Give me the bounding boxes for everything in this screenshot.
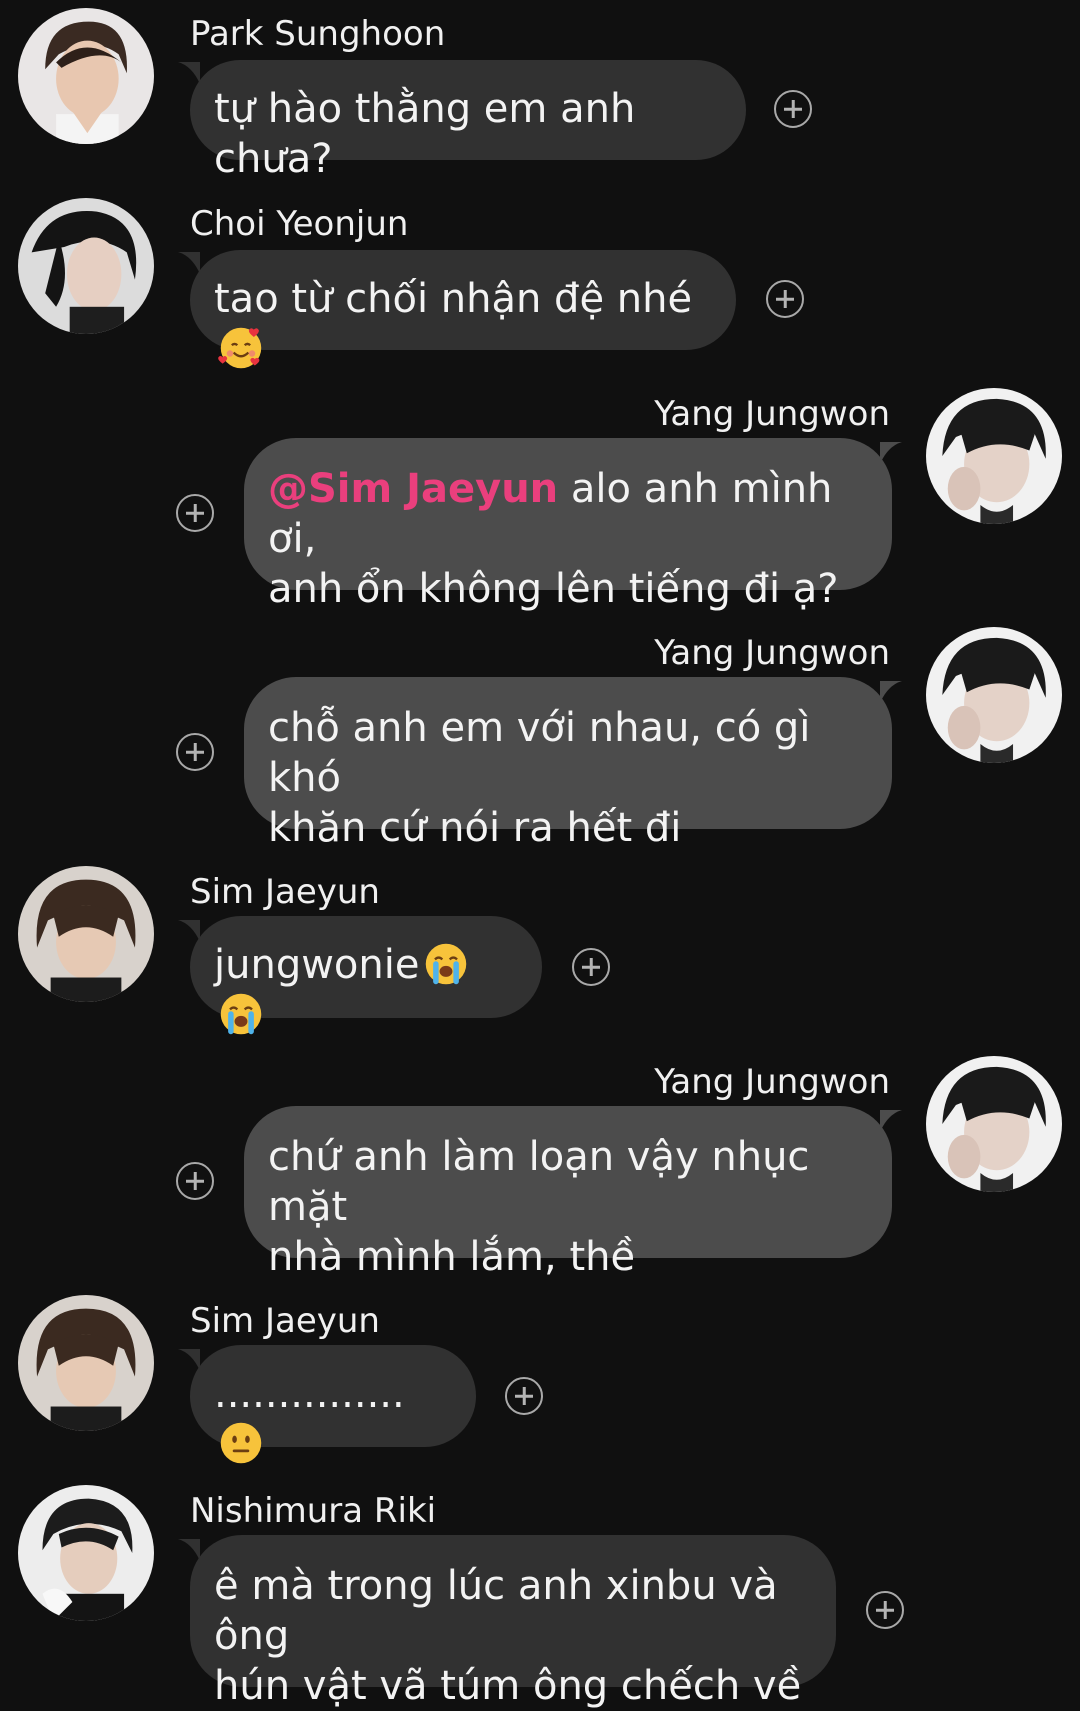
sender-name: Yang Jungwon (654, 633, 890, 673)
chat-message: Sim Jaeyun jungwonie (0, 858, 1080, 1036)
message-bubble[interactable]: chỗ anh em với nhau, có gì khó khăn cứ n… (244, 677, 892, 851)
chat-message: Sim Jaeyun ............... (0, 1287, 1080, 1464)
message-bubble[interactable]: chứ anh làm loạn vậy nhục mặt nhà mình l… (244, 1106, 892, 1280)
message-text: anh ổn không lên tiếng đi ạ? (268, 566, 839, 612)
mention[interactable]: @Sim Jaeyun (268, 466, 558, 512)
avatar[interactable] (926, 388, 1062, 524)
message-text: jungwonie (214, 942, 420, 988)
add-reaction-icon[interactable] (766, 280, 804, 318)
chat-message: Yang Jungwon chỗ anh em với nhau, có gì … (0, 619, 1080, 851)
avatar[interactable] (18, 198, 154, 334)
chat-message: Yang Jungwon @Sim Jaeyun alo anh mình ơi… (0, 380, 1080, 612)
message-bubble[interactable]: @Sim Jaeyun alo anh mình ơi, anh ổn khôn… (244, 438, 892, 612)
message-bubble[interactable]: jungwonie (190, 916, 542, 1036)
chat-message: Nishimura Riki ê mà trong lúc anh xinbu … (0, 1477, 1080, 1711)
chat-message: Yang Jungwon chứ anh làm loạn vậy nhục m… (0, 1048, 1080, 1280)
message-bubble[interactable]: tự hào thằng em anh chưa? (190, 60, 746, 182)
sender-name: Nishimura Riki (190, 1491, 437, 1531)
bubble-tail (178, 1349, 200, 1371)
avatar[interactable] (926, 1056, 1062, 1192)
bubble-tail (178, 62, 200, 84)
message-bubble[interactable]: tao từ chối nhận đệ nhé (190, 250, 736, 370)
message-text: chỗ anh em với nhau, có gì khó (268, 705, 811, 801)
avatar[interactable] (18, 1485, 154, 1621)
sender-name: Choi Yeonjun (190, 204, 409, 244)
add-reaction-icon[interactable] (176, 494, 214, 532)
bubble-tail (178, 920, 200, 942)
bubble-tail (178, 1539, 200, 1561)
bubble-tail (178, 252, 200, 274)
avatar[interactable] (18, 866, 154, 1002)
message-bubble[interactable]: ............... (190, 1345, 476, 1464)
sender-name: Park Sunghoon (190, 14, 446, 54)
avatar[interactable] (18, 8, 154, 144)
message-text: khăn cứ nói ra hết đi (268, 805, 682, 851)
loudly-crying-face-icon (423, 941, 469, 987)
message-text: tao từ chối nhận đệ nhé (214, 276, 693, 322)
neutral-face-icon (218, 1420, 264, 1466)
add-reaction-icon[interactable] (866, 1591, 904, 1629)
add-reaction-icon[interactable] (572, 948, 610, 986)
message-bubble[interactable]: ê mà trong lúc anh xinbu và ông hún vật … (190, 1535, 836, 1709)
avatar[interactable] (18, 1295, 154, 1431)
message-text: ê mà trong lúc anh xinbu và ông (214, 1563, 778, 1659)
message-text: nhà mình lắm, thề (268, 1234, 636, 1280)
add-reaction-icon[interactable] (774, 90, 812, 128)
add-reaction-icon[interactable] (176, 1162, 214, 1200)
sender-name: Sim Jaeyun (190, 1301, 380, 1341)
message-text: chứ anh làm loạn vậy nhục mặt (268, 1134, 810, 1230)
sender-name: Yang Jungwon (654, 1062, 890, 1102)
message-text: hún vật vã túm ông chếch về (214, 1663, 802, 1709)
message-text: tự hào thằng em anh chưa? (214, 86, 636, 182)
sender-name: Sim Jaeyun (190, 872, 380, 912)
message-text: ............... (214, 1371, 405, 1417)
add-reaction-icon[interactable] (505, 1377, 543, 1415)
chat-message: Park Sunghoon tự hào thằng em anh chưa? (0, 0, 1080, 182)
add-reaction-icon[interactable] (176, 733, 214, 771)
avatar[interactable] (926, 627, 1062, 763)
smiling-face-with-hearts-icon (218, 325, 264, 371)
sender-name: Yang Jungwon (654, 394, 890, 434)
chat-message: Choi Yeonjun tao từ chối nhận đệ nhé (0, 190, 1080, 370)
loudly-crying-face-icon (218, 991, 264, 1037)
